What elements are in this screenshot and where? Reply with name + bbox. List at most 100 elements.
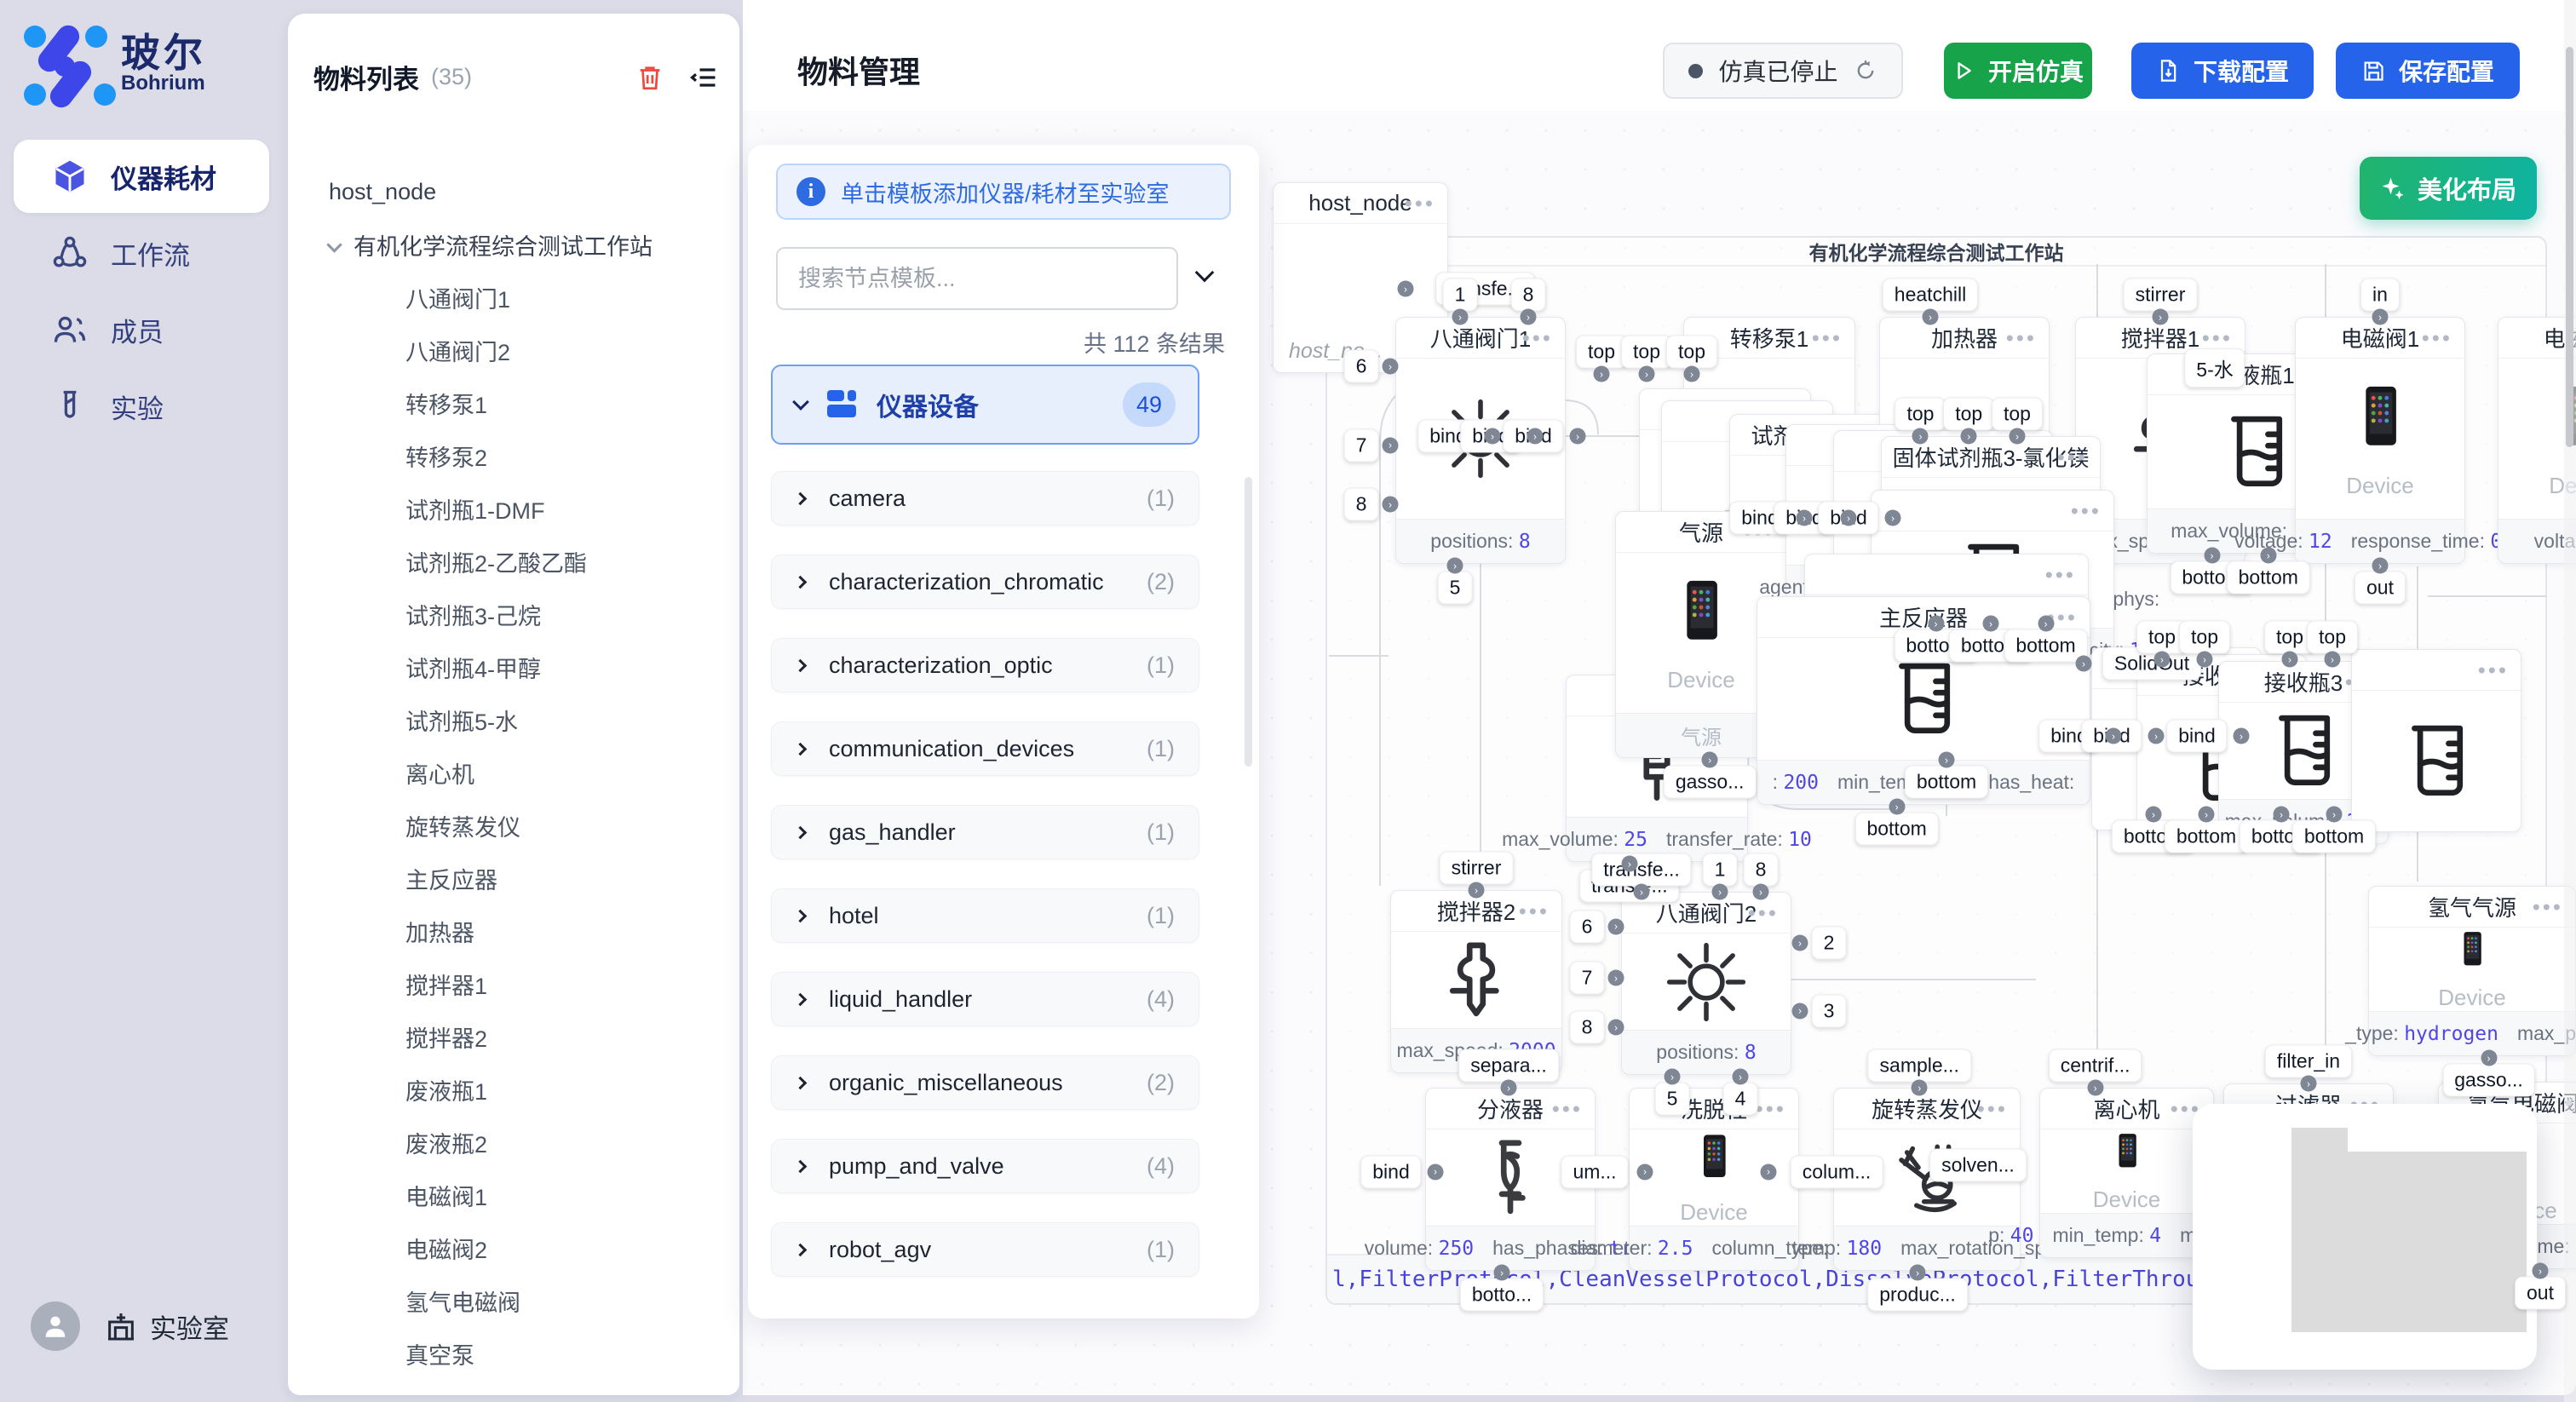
port-handle[interactable]: › [2154,652,2171,668]
port-pill[interactable]: 1 [1443,279,1478,312]
tree-item[interactable]: 加热器 [319,905,731,957]
port-handle[interactable]: › [1761,1164,1777,1180]
port-handle[interactable]: › [1983,616,1999,632]
tree-item[interactable]: 主反应器 [319,852,731,905]
node-menu-icon[interactable]: ••• [1812,325,1843,351]
tree-item[interactable]: 试剂瓶4-甲醇 [319,641,731,693]
scrollbar-thumb[interactable] [2566,47,2573,447]
port-handle[interactable]: › [2260,548,2276,564]
port-handle[interactable]: › [2106,728,2122,744]
category-row-robot_agv[interactable]: robot_agv(1) [771,1222,1199,1277]
port-handle[interactable]: › [1637,1164,1653,1180]
port-handle[interactable]: › [2009,428,2025,445]
tree-item[interactable]: 八通阀门2 [319,324,731,376]
port-handle[interactable]: › [2481,1050,2497,1066]
node-menu-icon[interactable]: ••• [2006,325,2037,351]
port-pill[interactable]: top [1666,336,1717,369]
node-menu-icon[interactable]: ••• [1977,1095,2008,1122]
port-pill[interactable]: produc... [1867,1278,1968,1312]
port-handle[interactable]: › [2325,652,2341,668]
port-handle[interactable]: › [1885,510,1901,526]
port-pill[interactable]: centrif... [2049,1049,2142,1083]
port-pill[interactable]: bottom [1905,766,1988,799]
port-pill[interactable]: 6 [1570,910,1605,943]
category-row-communication_devices[interactable]: communication_devices(1) [771,721,1199,776]
port-pill[interactable]: sample... [1868,1049,1971,1083]
category-row-gas_handler[interactable]: gas_handler(1) [771,805,1199,859]
port-pill[interactable]: stirrer [1440,852,1514,885]
port-pill[interactable]: um... [1561,1155,1628,1188]
tree-item[interactable]: 搅拌器1 [319,957,731,1010]
save-config-button[interactable]: 保存配置 [2336,43,2520,99]
port-handle[interactable]: › [1923,309,1939,325]
download-config-button[interactable]: 下载配置 [2131,43,2314,99]
tree-item[interactable]: 搅拌器2 [319,1010,731,1063]
port-pill[interactable]: gasso... [1664,766,1757,799]
tree-item[interactable]: 试剂瓶5-水 [319,693,731,746]
category-row-characterization_chromatic[interactable]: characterization_chromatic(2) [771,554,1199,609]
graph-node-氢气气源[interactable]: 氢气气源•••Device_type: hydrogenmax_pre: [2368,886,2576,1056]
port-pill[interactable]: heatchill [1883,279,1978,312]
port-handle[interactable]: › [1912,428,1929,445]
port-handle[interactable]: › [2146,807,2162,823]
port-handle[interactable]: › [1912,1080,1928,1096]
tree-item[interactable]: 电磁阀1 [319,1169,731,1221]
tree-item[interactable]: 废液瓶2 [319,1116,731,1169]
graph-node-八通阀门2[interactable]: 八通阀门2•••positions: 8 [1621,892,1791,1075]
tree-item[interactable]: 八通阀门1 [319,271,731,324]
port-pill[interactable]: filter_in [2265,1045,2352,1078]
port-pill[interactable]: out [2355,572,2406,605]
trash-icon[interactable] [635,63,664,92]
port-pill[interactable]: 7 [1344,428,1379,462]
port-handle[interactable]: › [1634,884,1650,900]
tree-item[interactable]: 转移泵2 [319,429,731,482]
port-handle[interactable]: › [1594,366,1610,382]
port-handle[interactable]: › [1447,558,1463,574]
port-pill[interactable]: 5 [1438,572,1473,605]
port-handle[interactable]: › [1841,510,1857,526]
tree-item[interactable]: 试剂瓶3-己烷 [319,588,731,641]
sidebar-item-workflow[interactable]: 工作流 [14,216,269,290]
port-handle[interactable]: › [1753,884,1769,900]
node-menu-icon[interactable]: ••• [1748,899,1779,926]
port-handle[interactable]: › [1383,359,1399,375]
port-handle[interactable]: › [2199,807,2215,823]
simulation-status-chip[interactable]: 仿真已停止 [1663,43,1903,99]
port-pill[interactable]: separa... [1458,1049,1559,1083]
port-handle[interactable]: › [2326,807,2343,823]
port-handle[interactable]: › [2372,558,2389,574]
tree-item[interactable]: 离心机 [319,746,731,799]
port-handle[interactable]: › [1383,437,1399,453]
port-pill[interactable]: botto... [1460,1278,1544,1312]
tree-item[interactable]: 转移泵1 [319,376,731,429]
port-handle[interactable]: › [1702,752,1718,768]
port-handle[interactable]: › [2076,656,2092,672]
bohrium-logo-icon[interactable] [24,22,109,107]
port-handle[interactable]: › [2533,1263,2549,1279]
graph-node-搅拌器2[interactable]: 搅拌器2•••max_speed: 2000 [1390,890,1562,1073]
chevron-down-icon[interactable] [326,237,342,252]
port-handle[interactable]: › [1733,1069,1749,1085]
port-pill[interactable]: out [2515,1277,2566,1310]
port-handle[interactable]: › [1485,428,1501,445]
port-pill[interactable]: bottom [2165,820,2248,853]
port-handle[interactable]: › [2372,309,2389,325]
port-pill[interactable]: top [2307,621,2358,654]
port-handle[interactable]: › [1527,428,1544,445]
node-menu-icon[interactable]: ••• [1552,1095,1583,1122]
port-handle[interactable]: › [2301,1076,2317,1092]
port-handle[interactable]: › [1383,497,1399,513]
template-scrollbar-thumb[interactable] [1245,477,1252,767]
port-handle[interactable]: › [1521,309,1537,325]
port-handle[interactable]: › [1428,1164,1444,1180]
category-row-camera[interactable]: camera(1) [771,471,1199,526]
port-pill[interactable]: 8 [1744,853,1779,887]
node-menu-icon[interactable]: ••• [1405,190,1435,216]
category-row-hotel[interactable]: hotel(1) [771,888,1199,943]
port-handle[interactable]: › [1665,1069,1681,1085]
node-menu-icon[interactable]: ••• [2202,325,2233,351]
sidebar-item-instruments[interactable]: 仪器耗材 [14,140,269,213]
category-row-characterization_optic[interactable]: characterization_optic(1) [771,638,1199,692]
node-menu-icon[interactable]: ••• [2071,497,2102,524]
tree-item[interactable]: 试剂瓶1-DMF [319,482,731,535]
